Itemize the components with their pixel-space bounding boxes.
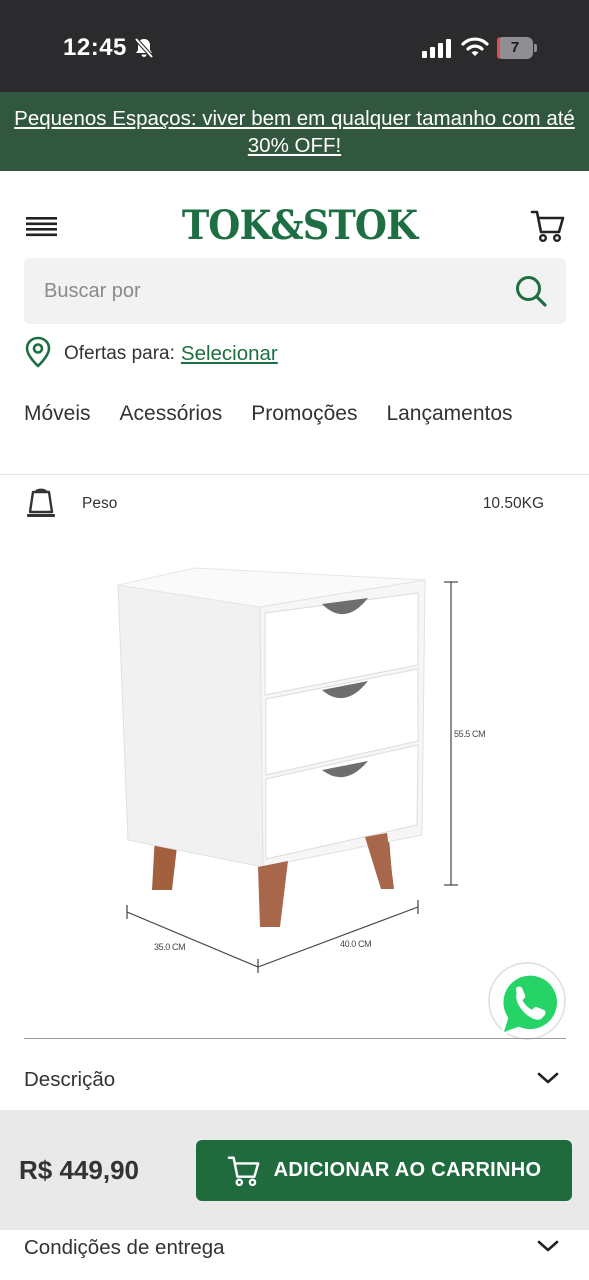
nav-item-acessorios[interactable]: Acessórios (120, 402, 223, 426)
accordion-condicoes-entrega[interactable]: Condições de entrega (24, 1228, 566, 1268)
nav-item-promocoes[interactable]: Promoções (251, 402, 357, 426)
wifi-icon (461, 36, 489, 63)
tokstok-logo[interactable]: TOK&STOK (182, 200, 418, 252)
accordion-entrega-label: Condições de entrega (24, 1236, 225, 1259)
nav-item-lancamentos[interactable]: Lançamentos (386, 402, 512, 426)
bell-slash-icon (134, 37, 154, 64)
offers-label: Ofertas para: (64, 343, 175, 364)
status-time: 12:45 (63, 34, 127, 61)
accordion-descricao[interactable]: Descrição (24, 1060, 566, 1100)
height-dimension-label: 55.5 CM (454, 729, 485, 739)
battery-icon: 7 (497, 37, 537, 59)
map-pin-icon (24, 336, 52, 373)
search-input[interactable] (44, 258, 494, 324)
main-nav: Móveis Acessórios Promoções Lançamentos (24, 402, 542, 426)
battery-percentage: 7 (510, 39, 520, 56)
cellular-signal-icon (422, 38, 452, 63)
promo-banner[interactable]: Pequenos Espaços: viver bem em qualquer … (0, 92, 589, 171)
chevron-down-icon[interactable] (536, 1070, 560, 1091)
chevron-down-icon[interactable] (536, 1238, 560, 1259)
status-bar: 12:45 7 (0, 0, 589, 92)
offers-location: Ofertas para: Selecionar (24, 336, 278, 373)
shopping-cart-icon[interactable] (530, 208, 566, 249)
divider (24, 1038, 566, 1039)
select-location-link[interactable]: Selecionar (181, 342, 278, 366)
promo-link[interactable]: Pequenos Espaços: viver bem em qualquer … (5, 105, 585, 159)
buy-bar: R$ 449,90 ADICIONAR AO CARRINHO (0, 1110, 589, 1230)
spec-weight-row: Peso 10.50KG (24, 484, 544, 524)
product-dimension-image[interactable]: 55.5 CM 35.0 CM 40.0 CM (100, 555, 510, 980)
spec-label: Peso (82, 495, 118, 512)
add-to-cart-label: ADICIONAR AO CARRINHO (273, 1159, 542, 1181)
search-bar[interactable] (24, 258, 566, 324)
weight-icon (24, 486, 58, 525)
hamburger-menu-icon[interactable] (26, 213, 58, 244)
nav-item-moveis[interactable]: Móveis (24, 402, 91, 426)
product-price: R$ 449,90 (19, 1155, 139, 1185)
depth-dimension-label: 35.0 CM (154, 942, 185, 952)
accordion-descricao-label: Descrição (24, 1068, 116, 1091)
width-dimension-label: 40.0 CM (340, 939, 371, 949)
add-to-cart-button[interactable]: ADICIONAR AO CARRINHO (196, 1140, 572, 1201)
whatsapp-icon[interactable] (488, 962, 568, 1047)
divider (0, 474, 589, 475)
search-icon[interactable] (514, 274, 548, 313)
spec-value: 10.50KG (482, 495, 544, 512)
shopping-cart-icon (227, 1154, 261, 1188)
